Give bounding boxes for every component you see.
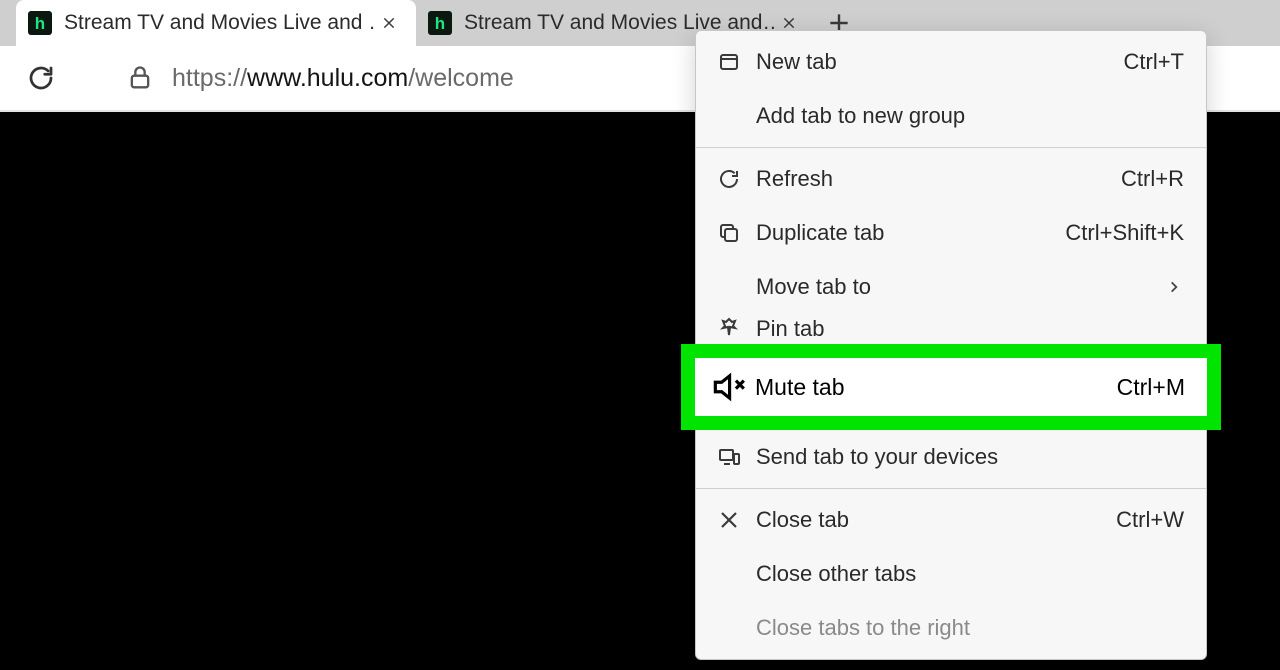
url-host: www.hulu.com xyxy=(247,64,408,92)
tab-title: Stream TV and Movies Live and … xyxy=(64,11,376,35)
url-scheme: https:// xyxy=(172,64,247,92)
menu-close-other[interactable]: Close other tabs xyxy=(696,547,1206,601)
menu-label: Add tab to new group xyxy=(756,103,1184,129)
menu-duplicate[interactable]: Duplicate tab Ctrl+Shift+K xyxy=(696,206,1206,260)
close-icon xyxy=(710,508,748,532)
new-tab-icon xyxy=(710,50,748,74)
address-bar[interactable]: https://www.hulu.com/welcome xyxy=(126,64,514,93)
menu-label: Close tabs to the right xyxy=(756,615,1184,641)
lock-icon xyxy=(126,64,154,92)
menu-shortcut: Ctrl+W xyxy=(1116,507,1184,533)
menu-shortcut: Ctrl+T xyxy=(1124,49,1185,75)
devices-icon xyxy=(710,445,748,469)
menu-label: Refresh xyxy=(756,166,1109,192)
menu-label: Send tab to your devices xyxy=(756,444,1184,470)
menu-label: Pin tab xyxy=(756,316,1184,342)
tab-1[interactable]: h Stream TV and Movies Live and … xyxy=(16,0,416,46)
menu-close-right: Close tabs to the right xyxy=(696,601,1206,655)
menu-shortcut: Ctrl+M xyxy=(1117,374,1185,401)
menu-label: New tab xyxy=(756,49,1112,75)
menu-shortcut: Ctrl+R xyxy=(1121,166,1184,192)
menu-shortcut: Ctrl+Shift+K xyxy=(1065,220,1184,246)
url-path: /welcome xyxy=(408,64,514,92)
duplicate-icon xyxy=(710,221,748,245)
menu-add-to-group[interactable]: Add tab to new group xyxy=(696,89,1206,143)
chevron-right-icon xyxy=(1164,280,1184,294)
menu-separator xyxy=(696,488,1206,489)
menu-separator xyxy=(696,147,1206,148)
menu-label: Close other tabs xyxy=(756,561,1184,587)
menu-new-tab[interactable]: New tab Ctrl+T xyxy=(696,35,1206,89)
tab-context-menu: New tab Ctrl+T Add tab to new group Refr… xyxy=(695,30,1207,660)
menu-close-tab[interactable]: Close tab Ctrl+W xyxy=(696,493,1206,547)
menu-refresh[interactable]: Refresh Ctrl+R xyxy=(696,152,1206,206)
pin-icon xyxy=(710,316,748,340)
menu-mute-tab[interactable]: Mute tab Ctrl+M xyxy=(695,358,1207,416)
refresh-icon xyxy=(710,167,748,191)
menu-pin-tab[interactable]: Pin tab xyxy=(696,314,1206,344)
menu-label: Duplicate tab xyxy=(756,220,1053,246)
highlight-annotation: Mute tab Ctrl+M xyxy=(681,344,1221,430)
mute-icon xyxy=(709,368,747,406)
menu-label: Mute tab xyxy=(755,374,1117,401)
reload-icon[interactable] xyxy=(22,59,60,97)
menu-label: Close tab xyxy=(756,507,1104,533)
hulu-favicon: h xyxy=(428,11,452,35)
url-text: https://www.hulu.com/welcome xyxy=(172,64,514,93)
menu-send-to-devices[interactable]: Send tab to your devices xyxy=(696,430,1206,484)
close-tab-icon[interactable] xyxy=(376,10,402,36)
menu-label: Move tab to xyxy=(756,274,1164,300)
menu-move-to[interactable]: Move tab to xyxy=(696,260,1206,314)
hulu-favicon: h xyxy=(28,11,52,35)
